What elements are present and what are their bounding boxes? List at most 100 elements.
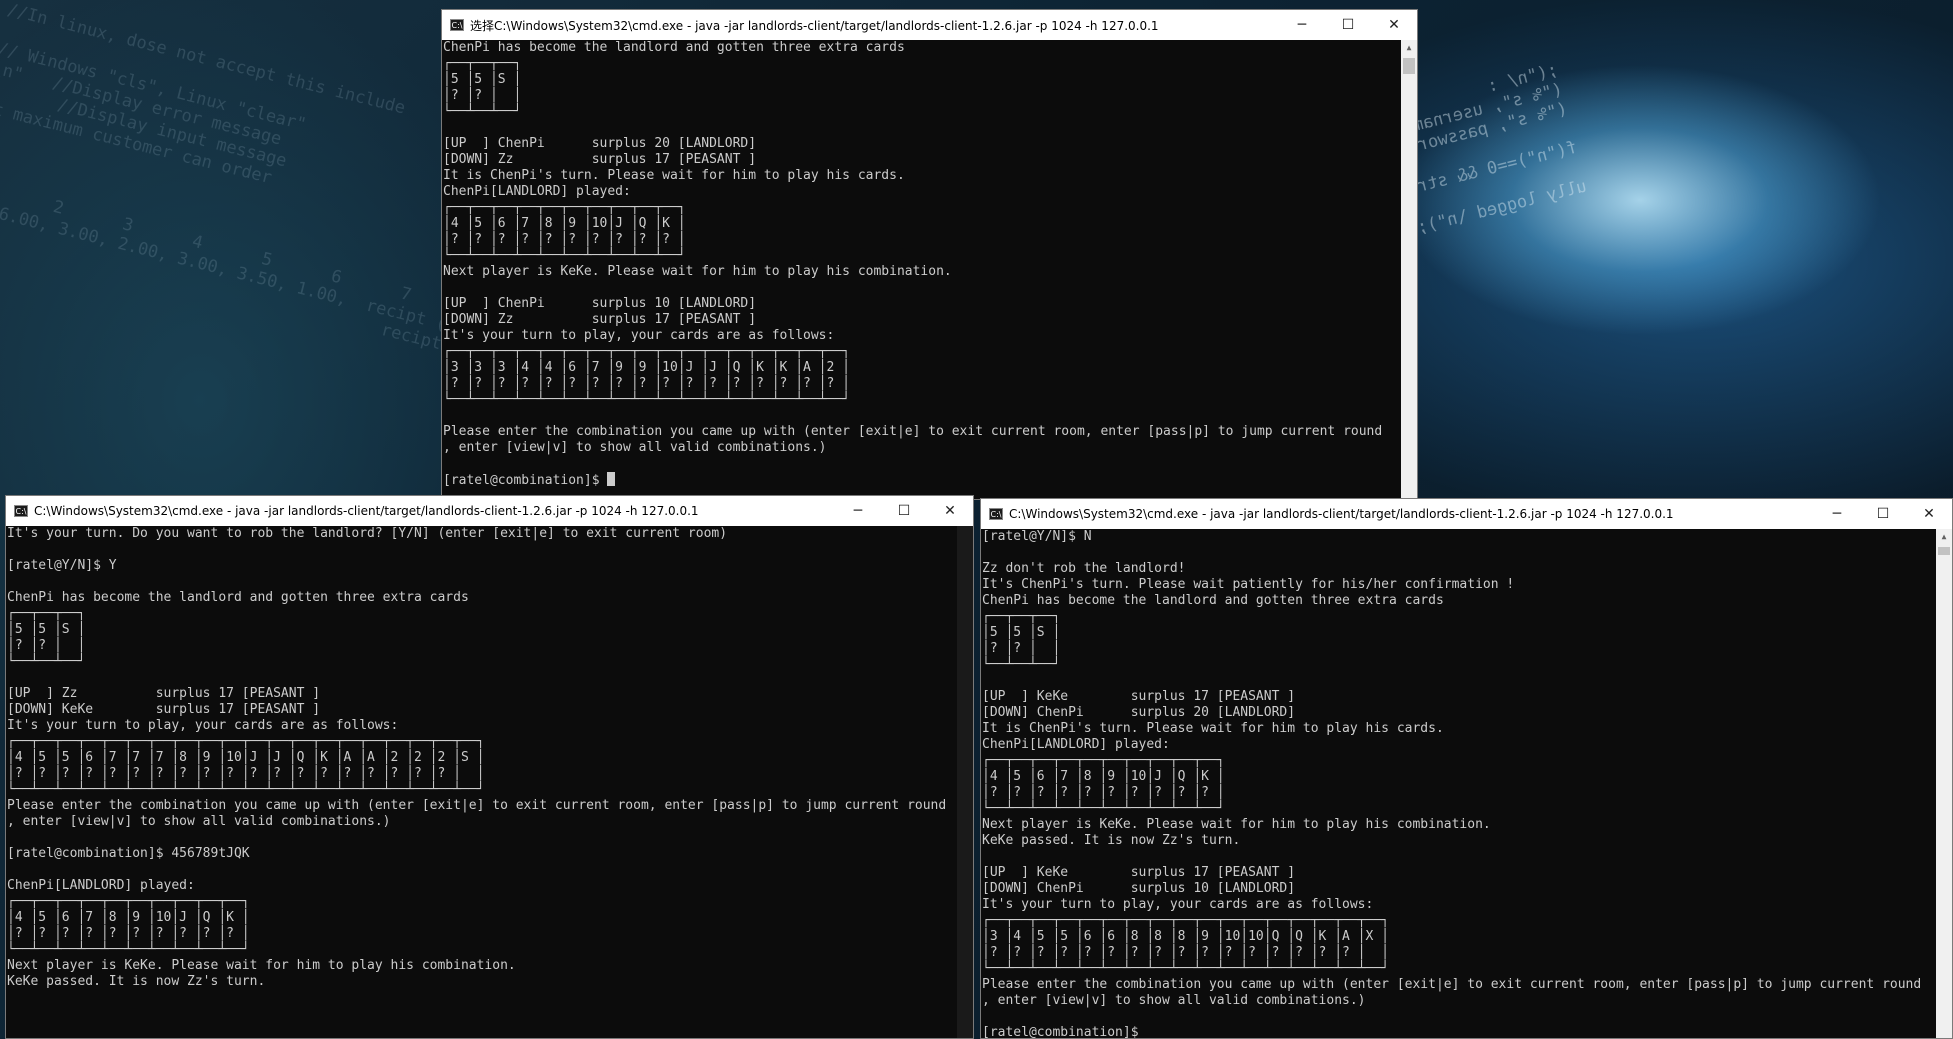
console-line: │3 │4 │5 │5 │6 │6 │8 │8 │8 │9 │10│10│Q │… bbox=[982, 929, 1389, 944]
console-line: ┌──┬──┬──┬──┬──┬──┬──┬──┬──┬──┐ bbox=[982, 753, 1225, 768]
vertical-scrollbar[interactable] bbox=[957, 526, 973, 1038]
console-line: └──┴──┴──┘ bbox=[982, 657, 1061, 672]
console-line: [ratel@Y/N]$ N bbox=[982, 529, 1092, 544]
console-line: │? │? │? │? │? │? │? │? │? │? │ bbox=[982, 785, 1225, 800]
console-line: │? │? │? │? │? │? │? │? │? │? │? │? │? │… bbox=[982, 945, 1389, 960]
console-line: └──┴──┴──┴──┴──┴──┴──┴──┴──┴──┘ bbox=[982, 801, 1225, 816]
console-line: It is ChenPi's turn. Please wait for him… bbox=[982, 721, 1444, 736]
titlebar[interactable]: C:\ C:\Windows\System32\cmd.exe - java -… bbox=[6, 496, 973, 526]
console-line: Please enter the combination you came up… bbox=[443, 424, 1383, 439]
console-line: Zz don't rob the landlord! bbox=[982, 561, 1186, 576]
console-line: └──┴──┴──┘ bbox=[443, 104, 522, 119]
console-line: [DOWN] Zz surplus 17 [PEASANT ] bbox=[443, 152, 757, 167]
console-line: [DOWN] ChenPi surplus 20 [LANDLORD] bbox=[982, 705, 1296, 720]
console-line: │4 │5 │5 │6 │7 │7 │7 │8 │9 │10│J │J │Q │… bbox=[7, 750, 485, 765]
console-line: └──┴──┴──┴──┴──┴──┴──┴──┴──┴──┴──┴──┴──┴… bbox=[982, 961, 1389, 976]
close-icon[interactable]: ✕ bbox=[1371, 10, 1417, 40]
cmd-icon[interactable]: C:\ bbox=[450, 19, 464, 31]
console-line: ┌──┬──┬──┬──┬──┬──┬──┬──┬──┬──┬──┬──┬──┬… bbox=[7, 734, 485, 749]
maximize-icon[interactable]: ☐ bbox=[1860, 499, 1906, 529]
minimize-icon[interactable]: ─ bbox=[1279, 10, 1325, 40]
console-line: ┌──┬──┬──┐ bbox=[443, 56, 522, 71]
console-line: └──┴──┴──┴──┴──┴──┴──┴──┴──┴──┘ bbox=[443, 248, 686, 263]
window-title: 选择C:\Windows\System32\cmd.exe - java -ja… bbox=[470, 18, 1159, 33]
console-window-bottom-right[interactable]: C:\ C:\Windows\System32\cmd.exe - java -… bbox=[980, 498, 1953, 1039]
maximize-icon[interactable]: ☐ bbox=[881, 496, 927, 526]
vertical-scrollbar[interactable]: ▲ bbox=[1401, 40, 1417, 499]
scroll-up-icon[interactable]: ▲ bbox=[1401, 40, 1417, 56]
minimize-icon[interactable]: ─ bbox=[835, 496, 881, 526]
maximize-icon[interactable]: ☐ bbox=[1325, 10, 1371, 40]
console-line: , enter [view|v] to show all valid combi… bbox=[443, 440, 827, 455]
titlebar[interactable]: C:\ C:\Windows\System32\cmd.exe - java -… bbox=[981, 499, 1952, 529]
console-line: │3 │3 │3 │4 │4 │6 │7 │9 │9 │10│J │J │Q │… bbox=[443, 360, 850, 375]
scroll-thumb[interactable] bbox=[1403, 58, 1415, 74]
console-line: It is ChenPi's turn. Please wait for him… bbox=[443, 168, 905, 183]
console-line: , enter [view|v] to show all valid combi… bbox=[7, 814, 391, 829]
console-line: [UP ] ChenPi surplus 10 [LANDLORD] bbox=[443, 296, 757, 311]
titlebar[interactable]: C:\ 选择C:\Windows\System32\cmd.exe - java… bbox=[442, 10, 1417, 40]
close-icon[interactable]: ✕ bbox=[927, 496, 973, 526]
console-line: Next player is KeKe. Please wait for him… bbox=[7, 958, 516, 973]
console-line: [ratel@combination]$ bbox=[443, 472, 1401, 489]
close-icon[interactable]: ✕ bbox=[1906, 499, 1952, 529]
console-line: ┌──┬──┬──┐ bbox=[7, 606, 86, 621]
console-output[interactable]: It's your turn. Do you want to rob the l… bbox=[6, 526, 957, 1038]
console-line: Please enter the combination you came up… bbox=[7, 798, 947, 813]
console-line: It's your turn to play, your cards are a… bbox=[7, 718, 399, 733]
console-output[interactable]: ChenPi has become the landlord and gotte… bbox=[442, 40, 1401, 499]
console-line: ChenPi[LANDLORD] played: bbox=[982, 737, 1170, 752]
console-line: ChenPi has become the landlord and gotte… bbox=[7, 590, 469, 605]
console-line: Next player is KeKe. Please wait for him… bbox=[443, 264, 952, 279]
window-title: C:\Windows\System32\cmd.exe - java -jar … bbox=[34, 504, 699, 518]
console-line: └──┴──┴──┴──┴──┴──┴──┴──┴──┴──┴──┴──┴──┴… bbox=[443, 392, 850, 407]
console-line: ChenPi[LANDLORD] played: bbox=[443, 184, 631, 199]
console-line: ChenPi has become the landlord and gotte… bbox=[982, 593, 1444, 608]
console-line: │4 │5 │6 │7 │8 │9 │10│J │Q │K │ bbox=[982, 769, 1225, 784]
console-line: It's your turn to play, your cards are a… bbox=[443, 328, 835, 343]
console-line: [ratel@combination]$ 456789tJQK bbox=[7, 846, 250, 861]
console-line: KeKe passed. It is now Zz's turn. bbox=[982, 833, 1241, 848]
console-line: [UP ] ChenPi surplus 20 [LANDLORD] bbox=[443, 136, 757, 151]
console-line: ┌──┬──┬──┬──┬──┬──┬──┬──┬──┬──┐ bbox=[443, 200, 686, 215]
console-line: │? │? │? │? │? │? │? │? │? │? │ bbox=[443, 232, 686, 247]
console-line: It's your turn to play, your cards are a… bbox=[982, 897, 1374, 912]
console-output[interactable]: [ratel@Y/N]$ N Zz don't rob the landlord… bbox=[981, 529, 1936, 1038]
console-window-top[interactable]: C:\ 选择C:\Windows\System32\cmd.exe - java… bbox=[441, 9, 1418, 500]
scroll-up-icon[interactable]: ▲ bbox=[1936, 529, 1952, 545]
console-line: │? │? │? │? │? │? │? │? │? │? │? │? │? │… bbox=[443, 376, 850, 391]
console-line: Next player is KeKe. Please wait for him… bbox=[982, 817, 1491, 832]
vertical-scrollbar[interactable]: ▲ bbox=[1936, 529, 1952, 1038]
console-line: │5 │5 │S │ bbox=[7, 622, 86, 637]
console-line: │? │? │ │ bbox=[443, 88, 522, 103]
window-title: C:\Windows\System32\cmd.exe - java -jar … bbox=[1009, 507, 1674, 521]
minimize-icon[interactable]: ─ bbox=[1814, 499, 1860, 529]
console-line: ChenPi has become the landlord and gotte… bbox=[443, 40, 905, 55]
console-line: │5 │5 │S │ bbox=[982, 625, 1061, 640]
console-line: │? │? │? │? │? │? │? │? │? │? │ bbox=[7, 926, 250, 941]
console-line: , enter [view|v] to show all valid combi… bbox=[982, 993, 1366, 1008]
scroll-thumb[interactable] bbox=[1938, 547, 1950, 555]
console-window-bottom-left[interactable]: C:\ C:\Windows\System32\cmd.exe - java -… bbox=[5, 495, 974, 1039]
console-line: [ratel@combination]$ bbox=[982, 1025, 1139, 1038]
console-line: │? │? │? │? │? │? │? │? │? │? │? │? │? │… bbox=[7, 766, 485, 781]
console-line: [DOWN] ChenPi surplus 10 [LANDLORD] bbox=[982, 881, 1296, 896]
cmd-icon[interactable]: C:\ bbox=[14, 505, 28, 517]
console-line: │? │? │ │ bbox=[982, 641, 1061, 656]
text-cursor bbox=[607, 472, 616, 486]
console-line: [UP ] KeKe surplus 17 [PEASANT ] bbox=[982, 689, 1296, 704]
console-line: [ratel@Y/N]$ Y bbox=[7, 558, 117, 573]
cmd-icon[interactable]: C:\ bbox=[989, 508, 1003, 520]
